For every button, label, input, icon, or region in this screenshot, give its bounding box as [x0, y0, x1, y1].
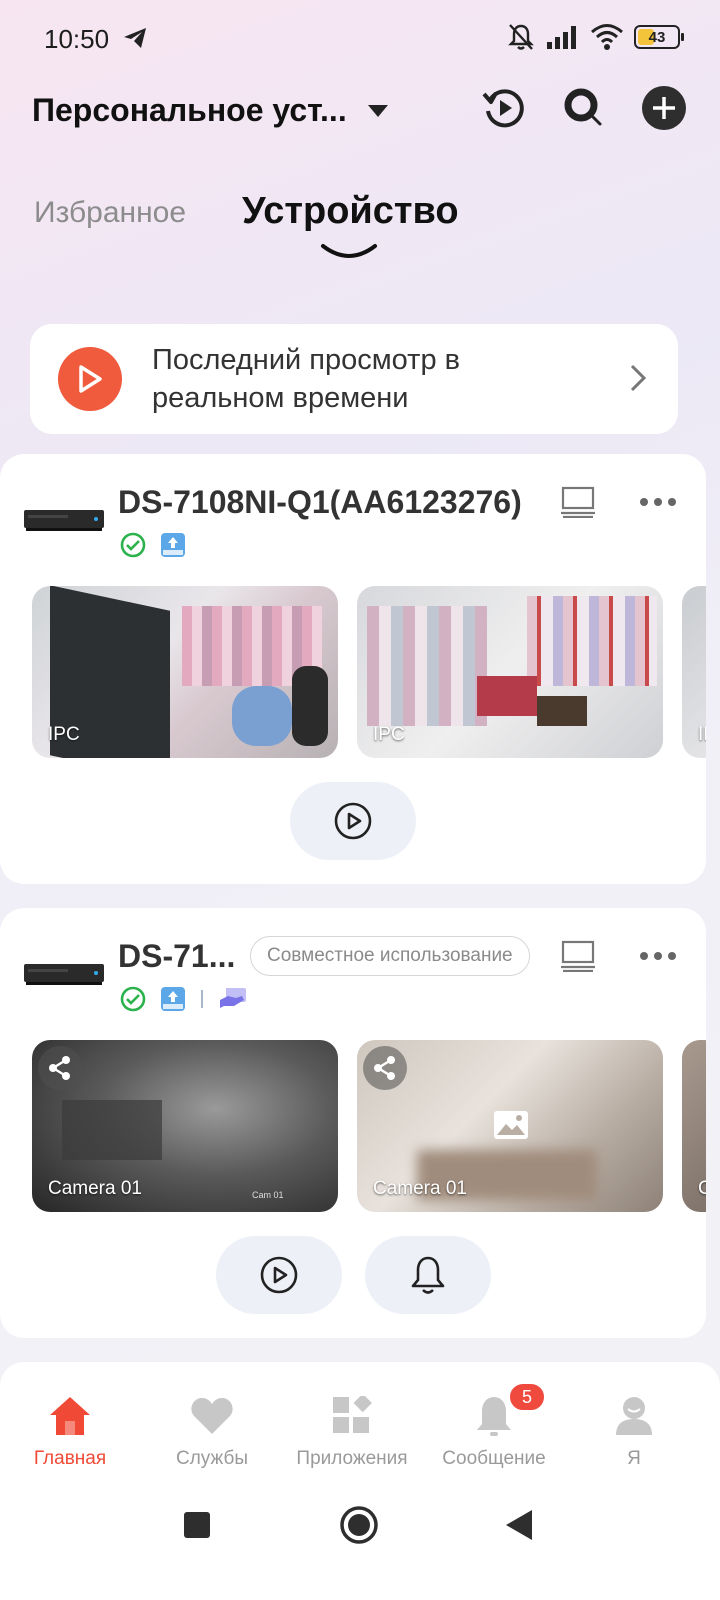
- status-bar: 10:50 43: [0, 0, 720, 80]
- add-device-icon[interactable]: [640, 84, 688, 132]
- play-circle-icon: [334, 802, 372, 840]
- status-time: 10:50: [44, 24, 110, 54]
- header-actions: [480, 84, 688, 132]
- heart-icon: [142, 1392, 282, 1440]
- device-name[interactable]: DS-7108NI-Q1(AA6123276): [118, 484, 522, 521]
- home-icon: [0, 1392, 140, 1440]
- camera-label: IP: [698, 724, 706, 745]
- playback-icon[interactable]: [480, 84, 528, 132]
- monitor-icon[interactable]: [558, 938, 598, 974]
- share-icon: [363, 1046, 407, 1090]
- nav-apps-label: Приложения: [296, 1448, 408, 1469]
- nav-home[interactable]: Главная: [0, 1392, 140, 1470]
- camera-label: Camera 01: [373, 1178, 467, 1199]
- recent-live-view-label: Последний просмотр в реальном времени: [152, 344, 461, 414]
- nav-apps[interactable]: Приложения: [282, 1392, 422, 1470]
- device-group-selector[interactable]: Персональное уст...: [32, 92, 389, 129]
- more-options-icon[interactable]: [638, 938, 678, 974]
- live-view-button[interactable]: [216, 1236, 342, 1314]
- recent-apps-icon[interactable]: [174, 1502, 220, 1548]
- tab-devices[interactable]: Устройство: [242, 190, 459, 233]
- play-circle-icon: [260, 1256, 298, 1294]
- nav-services[interactable]: Службы: [142, 1392, 282, 1470]
- recent-live-view-card[interactable]: Последний просмотр в реальном времени: [30, 324, 678, 434]
- image-placeholder-icon: [494, 1111, 528, 1139]
- camera-label: IPC: [373, 724, 405, 745]
- camera-thumbnail[interactable]: IP: [682, 586, 706, 758]
- device-card: DS-7108NI-Q1(AA6123276) IPC IPC IP: [0, 454, 706, 884]
- monitor-icon[interactable]: [558, 484, 598, 520]
- status-icons: 43: [506, 22, 684, 52]
- dropdown-arrow-icon: [367, 104, 388, 117]
- tab-favorites[interactable]: Избранное: [34, 196, 186, 230]
- nvr-device-icon: [24, 510, 104, 531]
- chevron-right-icon: [630, 364, 646, 392]
- bottom-navigation: Главная Службы Приложения 5 Сообщение Я: [0, 1362, 720, 1600]
- nav-messages[interactable]: 5 Сообщение: [424, 1382, 564, 1470]
- camera-thumbnail[interactable]: IPC: [32, 586, 338, 758]
- apps-icon: [282, 1392, 422, 1440]
- device-name[interactable]: DS-71...: [118, 938, 235, 975]
- active-tab-indicator: [321, 244, 377, 258]
- live-view-button[interactable]: [290, 782, 416, 860]
- search-icon[interactable]: [560, 84, 608, 132]
- play-icon: [58, 347, 122, 411]
- nvr-device-icon: [24, 964, 104, 985]
- nav-services-label: Службы: [176, 1448, 248, 1469]
- nav-home-label: Главная: [33, 1448, 107, 1469]
- telegram-icon: [122, 26, 148, 55]
- shared-device-icon: [220, 988, 246, 1008]
- battery-level: 43: [648, 28, 666, 46]
- camera-thumbnail[interactable]: IPC: [357, 586, 663, 758]
- divider: [201, 990, 203, 1008]
- nav-profile[interactable]: Я: [564, 1392, 704, 1470]
- device-status-row: [120, 986, 248, 1012]
- signal-icon: [547, 26, 576, 49]
- alarm-button[interactable]: [365, 1236, 491, 1314]
- camera-label: IPC: [48, 724, 80, 745]
- wifi-icon: [591, 24, 623, 50]
- camera-thumbnail[interactable]: C: [682, 1040, 706, 1212]
- camera-thumbnail[interactable]: Camera 01: [357, 1040, 663, 1212]
- shared-badge: Совместное использование: [250, 936, 530, 976]
- header: Персональное уст...: [32, 84, 688, 140]
- online-status-icon: [120, 986, 146, 1012]
- camera-overlay-text: Cam 01: [252, 1190, 284, 1200]
- mute-bell-icon: [508, 24, 534, 50]
- camera-label: C: [698, 1178, 706, 1199]
- battery-icon: 43: [634, 25, 684, 49]
- online-status-icon: [120, 532, 146, 558]
- home-button-icon[interactable]: [336, 1502, 382, 1548]
- storage-icon: [161, 533, 185, 557]
- nav-messages-label: Сообщение: [442, 1448, 546, 1469]
- notification-badge: 5: [508, 1382, 546, 1412]
- share-icon: [38, 1046, 82, 1090]
- camera-label: Camera 01: [48, 1178, 142, 1199]
- device-card: DS-71... Совместное использование Cam 01…: [0, 908, 706, 1338]
- device-group-label: Персональное уст...: [32, 92, 347, 128]
- device-status-row: [120, 532, 186, 558]
- storage-icon: [161, 987, 185, 1011]
- bell-icon: [411, 1256, 445, 1294]
- camera-thumbnail[interactable]: Cam 01 Camera 01: [32, 1040, 338, 1212]
- back-icon[interactable]: [496, 1502, 542, 1548]
- profile-icon: [564, 1392, 704, 1440]
- system-navigation-bar: [0, 1490, 720, 1560]
- nav-profile-label: Я: [627, 1448, 641, 1469]
- more-options-icon[interactable]: [638, 484, 678, 520]
